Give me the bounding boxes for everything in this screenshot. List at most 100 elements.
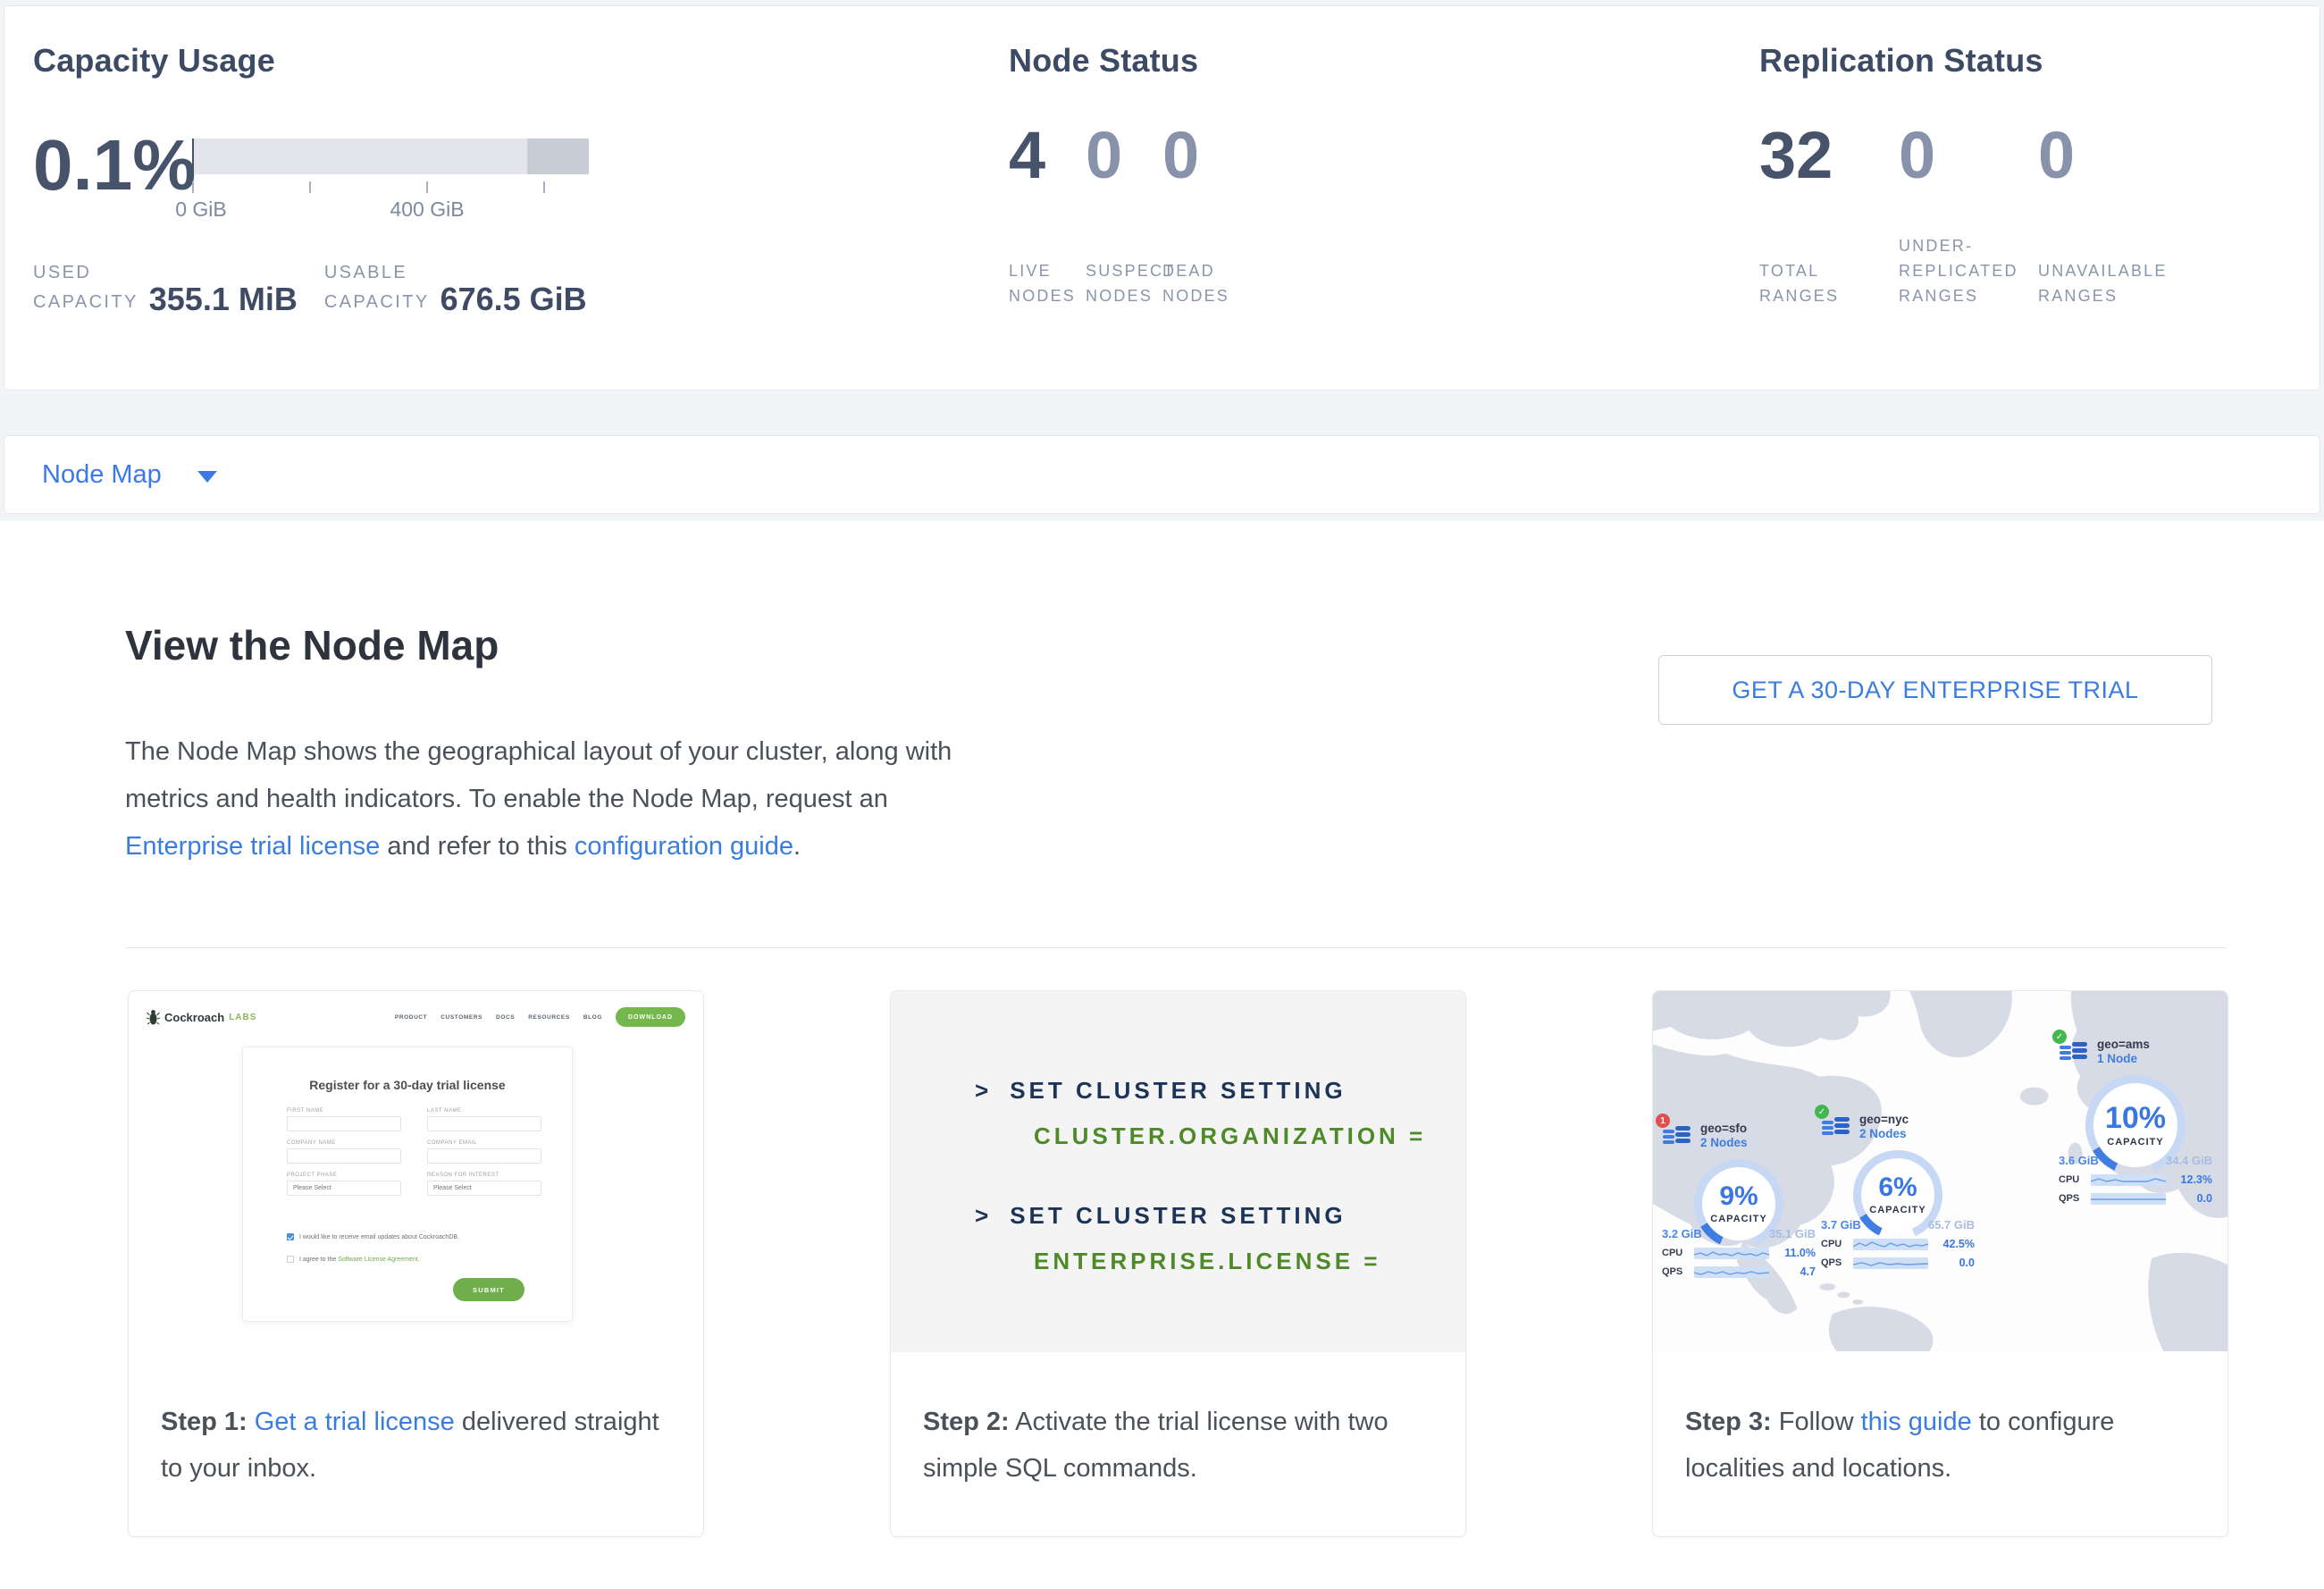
qps-label: QPS	[1821, 1257, 1846, 1268]
enterprise-trial-license-link[interactable]: Enterprise trial license	[125, 832, 380, 861]
cpu-value: 12.3%	[2173, 1173, 2212, 1186]
cockroach-labs-logo: Cockroach LABS	[147, 1009, 256, 1026]
get-trial-license-link[interactable]: Get a trial license	[255, 1408, 455, 1436]
geo-cluster-sfo: 1 geo=sfo 2 Nodes	[1660, 1122, 1817, 1278]
capacity-axis-tick	[309, 181, 311, 193]
nav-item-docs[interactable]: DOCS	[496, 1014, 515, 1021]
locality-node-count: 2 Nodes	[1859, 1127, 1909, 1141]
download-button[interactable]: DOWNLOAD	[616, 1007, 685, 1027]
qps-sparkline	[1853, 1257, 1928, 1269]
intro-text: The Node Map shows the geographical layo…	[125, 737, 952, 813]
company-email-input[interactable]	[427, 1148, 541, 1164]
suspect-nodes-stat: 0 SUSPECT NODES	[1086, 122, 1162, 308]
capacity-bar-nonusable-segment	[527, 139, 589, 174]
project-phase-select[interactable]: Please Select	[287, 1181, 401, 1196]
capacity-usage-title: Capacity Usage	[33, 42, 980, 80]
dead-nodes-stat: 0 DEAD NODES	[1162, 122, 1279, 308]
capacity-used-value: 3.6 GiB	[2059, 1154, 2099, 1167]
cpu-label: CPU	[1662, 1248, 1687, 1258]
intro-description: The Node Map shows the geographical layo…	[125, 728, 974, 870]
cpu-sparkline	[1853, 1239, 1928, 1250]
gauge-percent: 10%	[2105, 1103, 2166, 1133]
nav-item-blog[interactable]: BLOG	[583, 1014, 602, 1021]
this-guide-link[interactable]: this guide	[1861, 1408, 1972, 1436]
locality-name: geo=sfo	[1700, 1122, 1748, 1136]
submit-button[interactable]: SUBMIT	[453, 1278, 524, 1301]
reason-field: REASON FOR INTEREST Please Select	[427, 1173, 541, 1196]
first-name-input[interactable]	[287, 1116, 401, 1131]
page-title: View the Node Map	[125, 621, 499, 669]
cockroach-logo-icon	[147, 1009, 160, 1026]
under-replicated-label: UNDER- REPLICATED RANGES	[1899, 233, 2018, 308]
view-selector-dropdown[interactable]: Node Map	[4, 435, 2320, 514]
cpu-sparkline	[1694, 1248, 1769, 1259]
software-license-agreement-link[interactable]: Software License Agreement.	[338, 1257, 419, 1263]
total-ranges-value: 32	[1759, 122, 1899, 189]
capacity-axis-label-start: 0 GiB	[175, 198, 227, 222]
qps-sparkline	[1694, 1266, 1769, 1278]
intro-text: .	[793, 832, 801, 861]
node-map-intro-section: View the Node Map The Node Map shows the…	[0, 521, 2324, 1589]
company-email-field: COMPANY EMAIL	[427, 1140, 541, 1164]
step1-caption: Step 1: Get a trial license delivered st…	[129, 1352, 703, 1492]
steps-cards-row: Cockroach LABS PRODUCT CUSTOMERS DOCS RE…	[128, 990, 2228, 1537]
healthy-badge-icon: ✓	[2052, 1030, 2067, 1044]
email-updates-checkbox-row[interactable]: I would like to receive email updates ab…	[287, 1233, 459, 1240]
cluster-summary-panel: Capacity Usage 0.1% 0 GiB 400 GiB	[4, 5, 2320, 391]
nav-item-customers[interactable]: CUSTOMERS	[440, 1014, 482, 1021]
gauge-capacity-label: CAPACITY	[1869, 1205, 1925, 1215]
qps-label: QPS	[2059, 1193, 2084, 1204]
qps-sparkline	[2091, 1193, 2166, 1205]
sql-prompt: >	[975, 1077, 992, 1104]
first-name-field: FIRST NAME	[287, 1108, 401, 1131]
live-nodes-value: 4	[1009, 122, 1086, 189]
company-name-input[interactable]	[287, 1148, 401, 1164]
dead-nodes-value: 0	[1162, 122, 1279, 189]
intro-text: and refer to this	[380, 832, 575, 861]
step2-card: >SET CLUSTER SETTING CLUSTER.ORGANIZATIO…	[890, 990, 1466, 1537]
step3-card: 1 geo=sfo 2 Nodes	[1652, 990, 2228, 1537]
total-ranges-stat: 32 TOTAL RANGES	[1759, 122, 1899, 308]
trial-registration-form: Register for a 30-day trial license FIRS…	[242, 1047, 573, 1322]
qps-value: 0.0	[2173, 1192, 2212, 1205]
view-selector-label[interactable]: Node Map	[42, 460, 162, 490]
capacity-axis-tick	[192, 181, 194, 193]
gauge-percent: 6%	[1878, 1174, 1917, 1201]
configuration-guide-link[interactable]: configuration guide	[575, 832, 793, 861]
reason-select[interactable]: Please Select	[427, 1181, 541, 1196]
qps-value: 4.7	[1776, 1265, 1816, 1278]
cluster-overview-page: Capacity Usage 0.1% 0 GiB 400 GiB	[0, 0, 2324, 1589]
database-nodes-icon: ✓	[1821, 1113, 1851, 1139]
sql-command: SET CLUSTER SETTING	[1010, 1202, 1346, 1229]
mini-site-nav: PRODUCT CUSTOMERS DOCS RESOURCES BLOG DO…	[395, 1007, 685, 1027]
section-divider	[125, 947, 2227, 948]
checkbox-empty-icon[interactable]	[287, 1256, 294, 1263]
gauge-capacity-label: CAPACITY	[1710, 1214, 1766, 1224]
project-phase-field: PROJECT PHASE Please Select	[287, 1173, 401, 1196]
nav-item-product[interactable]: PRODUCT	[395, 1014, 427, 1021]
qps-label: QPS	[1662, 1266, 1687, 1277]
brand-suffix: LABS	[229, 1013, 256, 1022]
checkbox-checked-icon[interactable]	[287, 1233, 294, 1240]
locality-name: geo=nyc	[1859, 1113, 1909, 1127]
geo-cluster-ams: ✓ geo=ams 1 Node	[2057, 1038, 2214, 1205]
gauge-percent: 9%	[1719, 1183, 1758, 1210]
node-map-preview: 1 geo=sfo 2 Nodes	[1653, 991, 2228, 1352]
node-status-section: Node Status 4 LIVE NODES 0 SUSPECT NODES…	[1009, 42, 1688, 308]
license-agreement-checkbox-row[interactable]: I agree to the Software License Agreemen…	[287, 1256, 459, 1263]
get-enterprise-trial-button[interactable]: GET A 30-DAY ENTERPRISE TRIAL	[1658, 655, 2212, 725]
step1-card: Cockroach LABS PRODUCT CUSTOMERS DOCS RE…	[128, 990, 704, 1537]
capacity-used-value: 3.2 GiB	[1662, 1227, 1702, 1240]
capacity-total-value: 35.1 GiB	[1769, 1227, 1816, 1240]
cpu-label: CPU	[2059, 1174, 2084, 1185]
capacity-axis-tick	[426, 181, 428, 193]
usable-capacity-label: USABLE CAPACITY	[324, 258, 430, 317]
nav-item-resources[interactable]: RESOURCES	[528, 1014, 570, 1021]
trial-registration-thumbnail: Cockroach LABS PRODUCT CUSTOMERS DOCS RE…	[129, 991, 703, 1352]
dead-nodes-label: DEAD NODES	[1162, 258, 1229, 308]
live-nodes-label: LIVE NODES	[1009, 258, 1076, 308]
sql-prompt: >	[975, 1202, 992, 1229]
last-name-input[interactable]	[427, 1116, 541, 1131]
live-nodes-stat: 4 LIVE NODES	[1009, 122, 1086, 308]
gauge-capacity-label: CAPACITY	[2107, 1137, 2163, 1148]
